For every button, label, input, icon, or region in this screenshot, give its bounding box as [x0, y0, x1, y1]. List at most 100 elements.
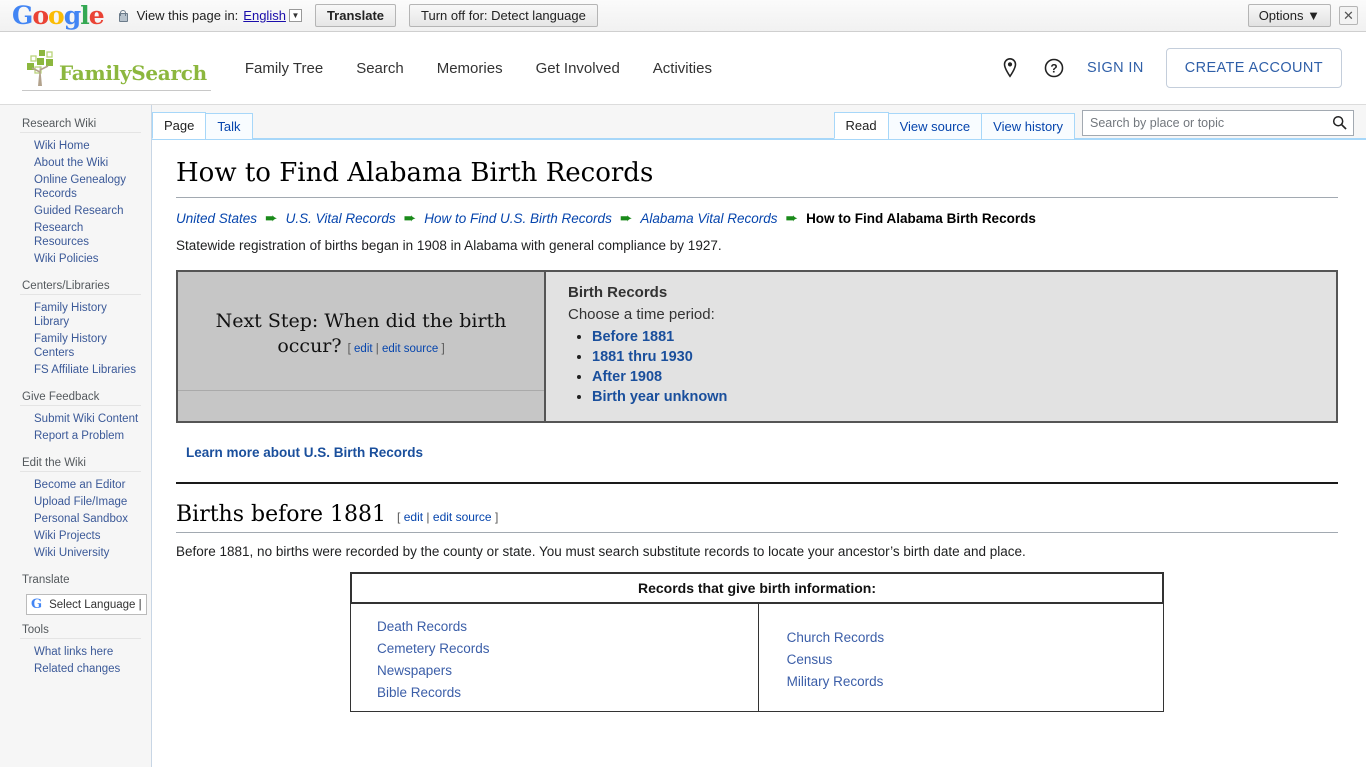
- arrow-right-icon: ➨: [403, 210, 417, 227]
- bracket-open: [: [397, 510, 401, 524]
- record-link-church-records[interactable]: Church Records: [787, 626, 1163, 648]
- google-translate-bar: Google View this page in: English ▼ Tran…: [0, 0, 1366, 32]
- record-link-bible-records[interactable]: Bible Records: [377, 681, 758, 703]
- translate-button[interactable]: Translate: [314, 4, 397, 27]
- search-icon[interactable]: [1332, 115, 1347, 130]
- arrow-right-icon: ➨: [619, 210, 633, 227]
- turn-off-translate-button[interactable]: Turn off for: Detect language: [409, 4, 598, 27]
- record-link-newspapers[interactable]: Newspapers: [377, 659, 758, 681]
- next-step-panel: Next Step: When did the birth occur? [ e…: [176, 270, 1338, 423]
- tab-view-history[interactable]: View history: [981, 112, 1075, 139]
- sidebar-item-research-resources[interactable]: Research Resources: [34, 219, 141, 250]
- birth-records-title: Birth Records: [568, 284, 668, 301]
- sign-in-link[interactable]: SIGN IN: [1087, 60, 1144, 76]
- birth-records-subtitle: Choose a time period:: [568, 306, 715, 323]
- sidebar-group-tools: Tools What links here Related changes: [0, 619, 151, 677]
- nav-item-search[interactable]: Search: [356, 60, 404, 77]
- sidebar-group-title: Centers/Libraries: [22, 280, 110, 293]
- sidebar-item-fs-affiliate-libraries[interactable]: FS Affiliate Libraries: [34, 361, 141, 378]
- edit-link[interactable]: edit: [354, 343, 373, 355]
- create-account-button[interactable]: CREATE ACCOUNT: [1165, 48, 1342, 88]
- record-link-military-records[interactable]: Military Records: [787, 670, 1163, 692]
- select-language-label: Select Language: [49, 598, 136, 611]
- tab-talk[interactable]: Talk: [205, 112, 253, 139]
- arrow-right-icon: ➨: [785, 210, 799, 227]
- google-logo: Google: [12, 1, 105, 30]
- records-column-left: Death Records Cemetery Records Newspaper…: [351, 603, 759, 711]
- breadcrumb-item-us-birth-records[interactable]: How to Find U.S. Birth Records: [424, 211, 612, 226]
- sidebar-item-become-an-editor[interactable]: Become an Editor: [34, 476, 141, 493]
- section-paragraph: Before 1881, no births were recorded by …: [176, 544, 1026, 559]
- breadcrumb-item-alabama-vital-records[interactable]: Alabama Vital Records: [640, 211, 777, 226]
- tab-read[interactable]: Read: [833, 111, 889, 139]
- sidebar-item-online-genealogy-records[interactable]: Online Genealogy Records: [34, 171, 141, 202]
- edit-separator: |: [426, 510, 430, 524]
- google-g-icon: G: [31, 597, 43, 613]
- translate-language-link[interactable]: English: [243, 8, 286, 23]
- sidebar-item-personal-sandbox[interactable]: Personal Sandbox: [34, 510, 141, 527]
- birth-records-box: Birth Records Choose a time period: Befo…: [546, 270, 1338, 423]
- next-step-box: Next Step: When did the birth occur? [ e…: [176, 270, 546, 423]
- next-step-box-footer: [178, 391, 544, 421]
- sidebar-group-title: Give Feedback: [22, 391, 100, 404]
- familysearch-logo[interactable]: FamilySearch: [22, 45, 211, 91]
- list-item: Before 1881: [592, 329, 1320, 345]
- tab-page[interactable]: Page: [152, 111, 207, 139]
- wiki-sidebar: Research Wiki Wiki Home About the Wiki O…: [0, 105, 152, 767]
- arrow-right-icon: ➨: [265, 210, 278, 227]
- records-table: Records that give birth information: Dea…: [350, 572, 1164, 712]
- sidebar-group-title: Research Wiki: [22, 118, 97, 130]
- sidebar-item-family-history-library[interactable]: Family History Library: [34, 299, 141, 330]
- record-link-cemetery-records[interactable]: Cemetery Records: [377, 637, 758, 659]
- search-input[interactable]: [1082, 110, 1354, 136]
- edit-links: [ edit | edit source ]: [397, 510, 498, 524]
- sidebar-item-wiki-university[interactable]: Wiki University: [34, 544, 141, 561]
- sidebar-item-guided-research[interactable]: Guided Research: [34, 202, 141, 219]
- breadcrumb-item-united-states[interactable]: United States: [176, 211, 257, 226]
- sidebar-item-wiki-home[interactable]: Wiki Home: [34, 137, 141, 154]
- option-birth-year-unknown[interactable]: Birth year unknown: [592, 389, 727, 405]
- option-after-1908[interactable]: After 1908: [592, 369, 662, 385]
- sidebar-item-wiki-policies[interactable]: Wiki Policies: [34, 250, 141, 267]
- record-link-death-records[interactable]: Death Records: [377, 615, 758, 637]
- edit-source-link[interactable]: edit source: [433, 510, 492, 524]
- sidebar-item-related-changes[interactable]: Related changes: [34, 660, 141, 677]
- sidebar-links: Submit Wiki Content Report a Problem: [20, 405, 141, 444]
- sidebar-item-what-links-here[interactable]: What links here: [34, 643, 141, 660]
- sidebar-group-give-feedback: Give Feedback Submit Wiki Content Report…: [0, 386, 151, 444]
- sidebar-item-about-the-wiki[interactable]: About the Wiki: [34, 154, 141, 171]
- nav-item-memories[interactable]: Memories: [437, 60, 503, 77]
- sidebar-links: Family History Library Family History Ce…: [20, 294, 141, 378]
- search-box: [1082, 110, 1354, 136]
- question-circle-icon[interactable]: ?: [1043, 57, 1065, 79]
- section-heading: Births before 1881 [ edit | edit source …: [176, 502, 1338, 533]
- chevron-down-icon[interactable]: ▼: [288, 9, 302, 22]
- edit-separator: |: [375, 343, 379, 355]
- breadcrumb-item-us-vital-records[interactable]: U.S. Vital Records: [286, 211, 396, 226]
- learn-more-link[interactable]: Learn more about U.S. Birth Records: [186, 445, 423, 460]
- bracket-close: ]: [441, 343, 445, 355]
- sidebar-item-report-a-problem[interactable]: Report a Problem: [34, 427, 141, 444]
- tab-view-source[interactable]: View source: [887, 112, 983, 139]
- option-before-1881[interactable]: Before 1881: [592, 329, 674, 345]
- map-pin-icon[interactable]: [999, 57, 1021, 79]
- record-link-census[interactable]: Census: [787, 648, 1163, 670]
- select-language-dropdown[interactable]: G Select Language |: [26, 594, 147, 616]
- translate-options-label: Options: [1258, 8, 1304, 23]
- sidebar-item-family-history-centers[interactable]: Family History Centers: [34, 330, 141, 361]
- sidebar-group-research-wiki: Research Wiki Wiki Home About the Wiki O…: [0, 113, 151, 267]
- sidebar-item-submit-wiki-content[interactable]: Submit Wiki Content: [34, 410, 141, 427]
- sidebar-item-upload-file-image[interactable]: Upload File/Image: [34, 493, 141, 510]
- nav-item-activities[interactable]: Activities: [653, 60, 712, 77]
- edit-link[interactable]: edit: [404, 510, 423, 524]
- option-1881-thru-1930[interactable]: 1881 thru 1930: [592, 349, 693, 365]
- sidebar-item-wiki-projects[interactable]: Wiki Projects: [34, 527, 141, 544]
- nav-item-get-involved[interactable]: Get Involved: [536, 60, 620, 77]
- edit-source-link[interactable]: edit source: [382, 343, 438, 355]
- translate-options-button[interactable]: Options ▼: [1247, 4, 1331, 27]
- records-table-header: Records that give birth information:: [351, 573, 1163, 603]
- nav-item-family-tree[interactable]: Family Tree: [245, 60, 323, 77]
- bracket-close: ]: [494, 510, 499, 524]
- close-icon[interactable]: ✕: [1339, 6, 1358, 25]
- breadcrumb-item-current: How to Find Alabama Birth Records: [806, 211, 1036, 226]
